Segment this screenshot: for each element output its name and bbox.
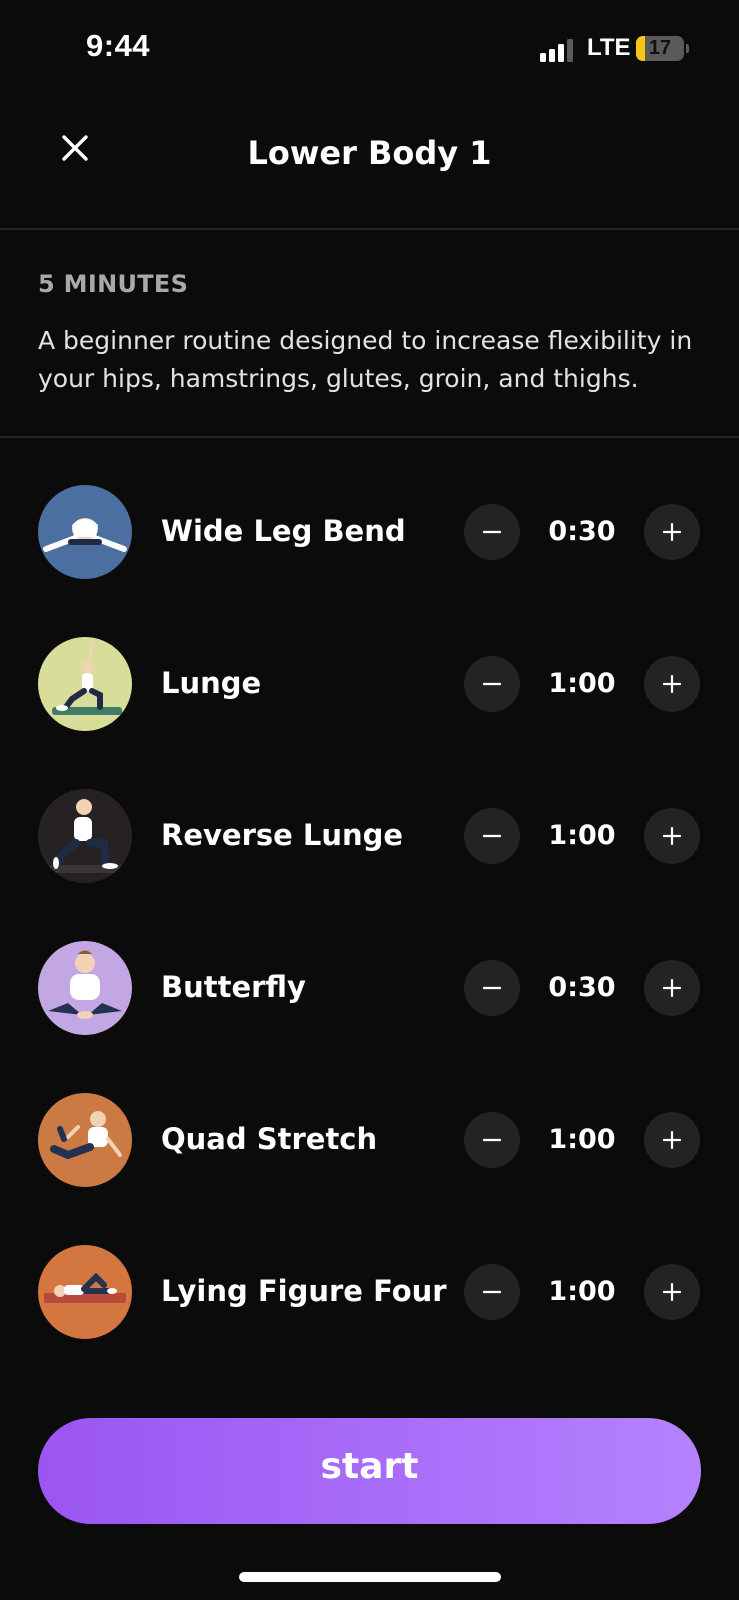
decrease-time-button[interactable] <box>464 1264 520 1320</box>
plus-icon <box>662 674 682 694</box>
home-indicator[interactable] <box>239 1572 501 1582</box>
status-bar: 9:44 LTE 17 <box>0 0 739 100</box>
decrease-time-button[interactable] <box>464 1112 520 1168</box>
plus-icon <box>662 826 682 846</box>
exercise-name: Quad Stretch <box>161 1122 378 1156</box>
exercise-name: Lunge <box>161 666 262 700</box>
exercise-thumbnail <box>38 941 132 1035</box>
minus-icon <box>482 834 502 838</box>
lying-figure-four-illustration-icon <box>38 1245 132 1339</box>
exercise-thumbnail <box>38 1093 132 1187</box>
increase-time-button[interactable] <box>644 808 700 864</box>
battery-icon: 17 <box>636 36 684 61</box>
minus-icon <box>482 986 502 990</box>
minus-icon <box>482 1290 502 1294</box>
decrease-time-button[interactable] <box>464 960 520 1016</box>
exercise-thumbnail <box>38 485 132 579</box>
routine-duration: 5 MINUTES <box>38 270 189 298</box>
header: Lower Body 1 <box>0 100 739 230</box>
exercise-row: Wide Leg Bend 0:30 <box>0 438 739 590</box>
increase-time-button[interactable] <box>644 504 700 560</box>
increase-time-button[interactable] <box>644 656 700 712</box>
page-title: Lower Body 1 <box>247 134 492 172</box>
exercise-thumbnail <box>38 789 132 883</box>
wide-leg-bend-illustration-icon <box>38 485 132 579</box>
lunge-illustration-icon <box>38 637 132 731</box>
exercise-time: 1:00 <box>548 1124 616 1155</box>
exercise-row: Lying Figure Four 1:00 <box>0 1198 739 1350</box>
exercise-row: Lunge 1:00 <box>0 590 739 742</box>
plus-icon <box>662 1130 682 1150</box>
exercise-row: Quad Stretch 1:00 <box>0 1046 739 1198</box>
exercise-thumbnail <box>38 1245 132 1339</box>
exercise-row: Reverse Lunge 1:00 <box>0 742 739 894</box>
increase-time-button[interactable] <box>644 1112 700 1168</box>
minus-icon <box>482 530 502 534</box>
routine-description: A beginner routine designed to increase … <box>38 326 693 393</box>
butterfly-illustration-icon <box>38 941 132 1035</box>
routine-info: 5 MINUTES A beginner routine designed to… <box>0 230 739 438</box>
battery-percent: 17 <box>648 37 672 59</box>
exercise-time: 1:00 <box>548 1276 616 1307</box>
exercise-name: Butterfly <box>161 970 306 1004</box>
quad-stretch-illustration-icon <box>38 1093 132 1187</box>
minus-icon <box>482 1138 502 1142</box>
battery-nub <box>686 44 689 53</box>
exercise-row: Butterfly 0:30 <box>0 894 739 1046</box>
increase-time-button[interactable] <box>644 1264 700 1320</box>
exercise-name: Wide Leg Bend <box>161 514 406 548</box>
exercise-name: Lying Figure Four <box>161 1274 447 1308</box>
status-time: 9:44 <box>86 28 151 63</box>
minus-icon <box>482 682 502 686</box>
increase-time-button[interactable] <box>644 960 700 1016</box>
start-button-label: start <box>320 1446 419 1487</box>
reverse-lunge-illustration-icon <box>38 789 132 883</box>
plus-icon <box>662 1282 682 1302</box>
plus-icon <box>662 978 682 998</box>
exercise-time: 0:30 <box>548 516 616 547</box>
decrease-time-button[interactable] <box>464 504 520 560</box>
exercise-thumbnail <box>38 637 132 731</box>
exercise-time: 1:00 <box>548 668 616 699</box>
exercise-time: 1:00 <box>548 820 616 851</box>
plus-icon <box>662 522 682 542</box>
exercise-name: Reverse Lunge <box>161 818 404 852</box>
exercise-time: 0:30 <box>548 972 616 1003</box>
network-type: LTE <box>587 34 631 61</box>
decrease-time-button[interactable] <box>464 656 520 712</box>
cellular-signal-icon <box>540 38 576 62</box>
decrease-time-button[interactable] <box>464 808 520 864</box>
start-button[interactable]: start <box>38 1418 701 1524</box>
